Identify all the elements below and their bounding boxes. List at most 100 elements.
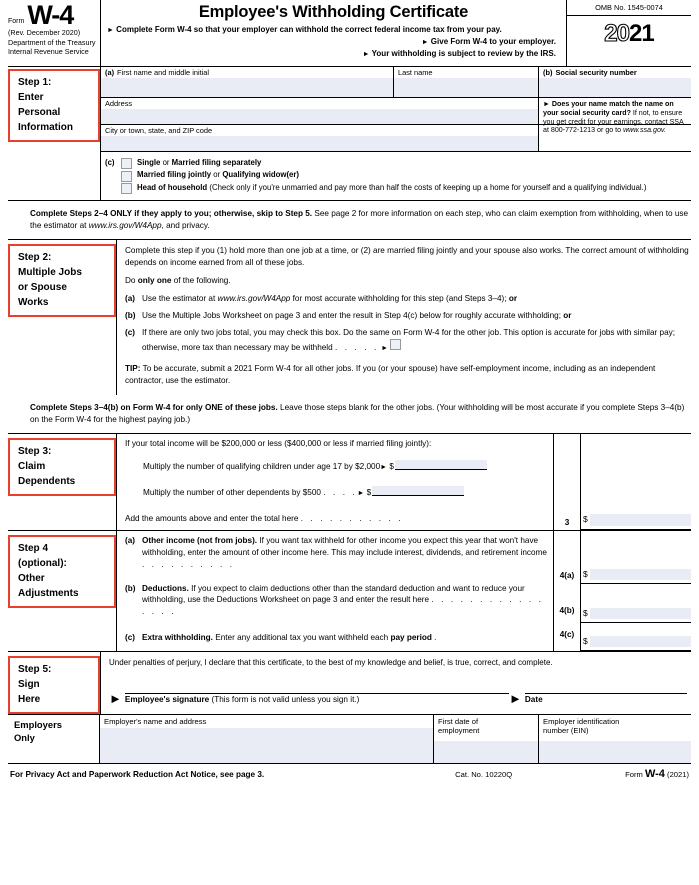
page-title: Employee's Withholding Certificate — [198, 3, 469, 21]
step2-tip-rest: To be accurate, submit a 2021 Form W-4 f… — [125, 363, 656, 385]
ssn-cell[interactable]: (b) Social security number — [539, 67, 691, 97]
step3-total-dollar: $ — [583, 513, 588, 524]
signature-field[interactable]: ► Employee's signature (This form is not… — [109, 681, 509, 706]
filing-status-group: (c) Single or Married filing separately … — [101, 152, 691, 200]
perjury-statement: Under penalties of perjury, I declare th… — [109, 657, 553, 667]
form-identity-block: Form W-4 (Rev. December 2020) Department… — [8, 0, 101, 66]
address-input[interactable] — [101, 109, 538, 124]
step2-body: Complete this step if you (1) hold more … — [117, 240, 691, 394]
step2-b-pre: Use the Multiple Jobs Worksheet on page … — [142, 310, 564, 320]
step4a-marker: (a) — [125, 535, 136, 545]
employers-label-line-1: Employers — [14, 718, 62, 730]
step4a-amount-cell[interactable]: $ — [581, 567, 691, 584]
form-footer: For Privacy Act and Paperwork Reduction … — [8, 764, 691, 780]
ssa-name-match-note: ► Does your name match the name on your … — [539, 98, 691, 134]
step4-label-line-1: Step 4 — [18, 542, 49, 554]
arrow-icon: ► — [380, 463, 388, 471]
first-date-employment-cell[interactable]: First date of employment — [434, 714, 539, 763]
checkbox-single[interactable] — [121, 158, 132, 169]
step1-label-box: Step 1: Enter Personal Information — [8, 69, 100, 142]
step5-body: Under penalties of perjury, I declare th… — [101, 652, 691, 714]
step3-code-col: 3 — [553, 433, 580, 530]
step4c-amount-cell[interactable]: $ — [581, 634, 691, 651]
step3-amount-col: $ — [580, 433, 691, 530]
date-field[interactable]: ► Date — [509, 681, 687, 705]
filing-status-row-joint[interactable]: Married filing jointly or Qualifying wid… — [101, 170, 691, 182]
address-cell[interactable]: Address — [101, 98, 539, 124]
city-input[interactable] — [101, 136, 538, 151]
step2-option-a: (a) Use the estimator at www.irs.gov/W4A… — [125, 293, 689, 305]
first-date-input[interactable] — [434, 740, 538, 763]
step4-body: (a) Other income (not from jobs). If you… — [117, 531, 553, 651]
step3-amount-cell[interactable]: $ — [581, 512, 691, 530]
step4-label-line-2: (optional): — [18, 557, 67, 569]
employers-label-line-2: Only — [14, 731, 35, 743]
step3-other-input[interactable] — [372, 485, 465, 496]
form-title-block: Employee's Withholding Certificate ► Com… — [101, 0, 567, 66]
step3-section: Step 3: Claim Dependents If your total i… — [8, 432, 691, 530]
form-revision: (Rev. December 2020) — [8, 27, 81, 37]
ssn-input[interactable] — [539, 78, 691, 97]
city-cell[interactable]: City or town, state, and ZIP code — [101, 125, 539, 151]
status-hoh-label: Head of household — [137, 182, 208, 192]
notice-3-4b-bold: Complete Steps 3–4(b) on Form W-4 for on… — [30, 402, 278, 412]
checkbox-head-of-household[interactable] — [121, 183, 132, 194]
last-name-input[interactable] — [394, 78, 538, 97]
step5-label-box: Step 5: Sign Here — [8, 655, 100, 714]
first-name-input[interactable] — [101, 78, 393, 97]
employer-name-address-cell[interactable]: Employer's name and address — [100, 714, 434, 763]
step3-other-leader-dots: . . . . — [323, 487, 358, 497]
step4c-dollar: $ — [583, 635, 588, 646]
step2-b-or: or — [563, 310, 572, 320]
step3-body: If your total income will be $200,000 or… — [117, 434, 553, 530]
arrow-icon: ► — [109, 690, 122, 706]
step4b-amount-cell[interactable]: $ — [581, 606, 691, 623]
step4a-leader-dots: . . . . . . . . . . — [142, 559, 235, 569]
status-single-label: Single — [137, 157, 161, 167]
date-label: Date — [524, 695, 543, 705]
footer-form-id: Form W-4 (2021) — [625, 768, 689, 780]
arrow-icon: ► — [543, 101, 550, 108]
ein-label-line-1: Employer identification — [543, 716, 620, 726]
step4c-row: (c) Extra withholding. Enter any additio… — [117, 618, 553, 649]
arrow-icon: ► — [107, 27, 114, 34]
step2-do-one: Do only one of the following. — [125, 275, 689, 287]
step2-label-line-2: Multiple Jobs — [18, 267, 82, 279]
step4-section: Step 4 (optional): Other Adjustments (a)… — [8, 529, 691, 651]
date-rule[interactable] — [524, 681, 687, 695]
employer-name-input[interactable] — [100, 727, 433, 763]
footer-form-word: Form — [625, 769, 645, 779]
step4-label-line-3: Other — [18, 572, 45, 584]
header-bullets: ► Complete Form W-4 so that your employe… — [105, 24, 562, 60]
filing-status-row-single[interactable]: (c) Single or Married filing separately — [101, 158, 691, 169]
tax-year-prefix: 20 — [604, 20, 631, 47]
footer-form-number: W-4 — [644, 767, 665, 780]
ein-cell[interactable]: Employer identification number (EIN) — [539, 715, 691, 763]
first-name-cell[interactable]: (a) First name and middle initial — [101, 67, 394, 97]
ein-input[interactable] — [539, 740, 691, 763]
step3-children-input[interactable] — [394, 459, 487, 470]
last-name-cell[interactable]: Last name — [394, 67, 539, 97]
signature-rule[interactable] — [124, 681, 509, 695]
step3-intro-row: If your total income will be $200,000 or… — [117, 434, 553, 452]
step2-option-c: (c) If there are only two jobs total, yo… — [125, 327, 689, 354]
arrow-icon: ► — [362, 50, 370, 58]
step2-intro: Complete this step if you (1) hold more … — [125, 246, 689, 268]
step2-c-leader-dots: . . . . . — [334, 342, 379, 352]
step4a-row: (a) Other income (not from jobs). If you… — [117, 531, 553, 571]
step2-option-b: (b) Use the Multiple Jobs Worksheet on p… — [125, 310, 689, 322]
ssa-note-spacer — [539, 125, 691, 151]
notice-2-4-bold: Complete Steps 2–4 ONLY if they apply to… — [30, 209, 313, 218]
step5-label-line-1: Step 5: — [18, 663, 52, 675]
step4b-dollar: $ — [583, 607, 588, 618]
step4-amount-col: $ $ $ — [580, 530, 691, 651]
first-name-label: First name and middle initial — [117, 68, 210, 77]
checkbox-married-filing-jointly[interactable] — [121, 170, 132, 182]
checkbox-two-jobs-total[interactable] — [390, 339, 402, 351]
step2-do-post: of the following. — [171, 276, 231, 286]
step2-label-line-3: or Spouse — [18, 282, 67, 294]
filing-status-row-hoh[interactable]: Head of household (Check only if you're … — [101, 183, 691, 194]
privacy-act-notice: For Privacy Act and Paperwork Reduction … — [10, 769, 265, 779]
ssn-label: Social security number — [555, 68, 637, 77]
header-bullet-2: Give Form W-4 to your employer. — [430, 36, 556, 46]
